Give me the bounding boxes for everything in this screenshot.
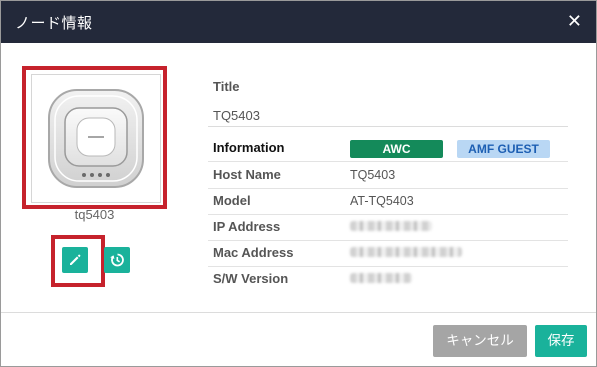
save-button[interactable]: 保存: [535, 325, 587, 357]
host-name-value: TQ5403: [350, 168, 396, 182]
title-value: TQ5403: [213, 108, 260, 123]
access-point-icon: [48, 89, 144, 188]
device-image: [31, 74, 161, 203]
redacted-text: [350, 221, 432, 231]
history-button[interactable]: [104, 247, 130, 273]
ip-address-row: IP Address: [208, 214, 568, 241]
mac-address-value: [350, 246, 462, 260]
awc-badge: AWC: [350, 140, 443, 158]
information-label: Information: [213, 140, 285, 155]
mac-address-row: Mac Address: [208, 240, 568, 267]
sw-version-value: [350, 272, 412, 286]
host-name-row: Host Name TQ5403: [208, 162, 568, 189]
node-info-dialog: ノード情報 ✕ tq5403 Title TQ5403 Information …: [0, 0, 597, 367]
mac-address-label: Mac Address: [213, 245, 294, 260]
sw-version-row: S/W Version: [208, 266, 568, 292]
edit-button[interactable]: [62, 247, 88, 273]
model-row: Model AT-TQ5403: [208, 188, 568, 215]
model-label: Model: [213, 193, 251, 208]
amf-guest-badge: AMF GUEST: [457, 140, 550, 158]
host-name-label: Host Name: [213, 167, 281, 182]
history-icon: [110, 253, 124, 267]
redacted-text: [350, 273, 412, 283]
cancel-button[interactable]: キャンセル: [433, 325, 527, 357]
dialog-title: ノード情報: [15, 14, 93, 32]
pencil-icon: [70, 254, 81, 265]
information-row: Information AWC AMF GUEST: [208, 135, 568, 162]
title-label: Title: [213, 79, 240, 94]
footer-divider: [1, 312, 596, 313]
ip-address-label: IP Address: [213, 219, 281, 234]
device-name-label: tq5403: [74, 207, 115, 222]
model-value: AT-TQ5403: [350, 194, 414, 208]
close-icon[interactable]: ✕: [567, 9, 582, 33]
dialog-titlebar: ノード情報 ✕: [1, 1, 596, 43]
divider: [208, 126, 568, 127]
ip-address-value: [350, 220, 432, 234]
sw-version-label: S/W Version: [213, 271, 289, 286]
redacted-text: [350, 247, 462, 257]
